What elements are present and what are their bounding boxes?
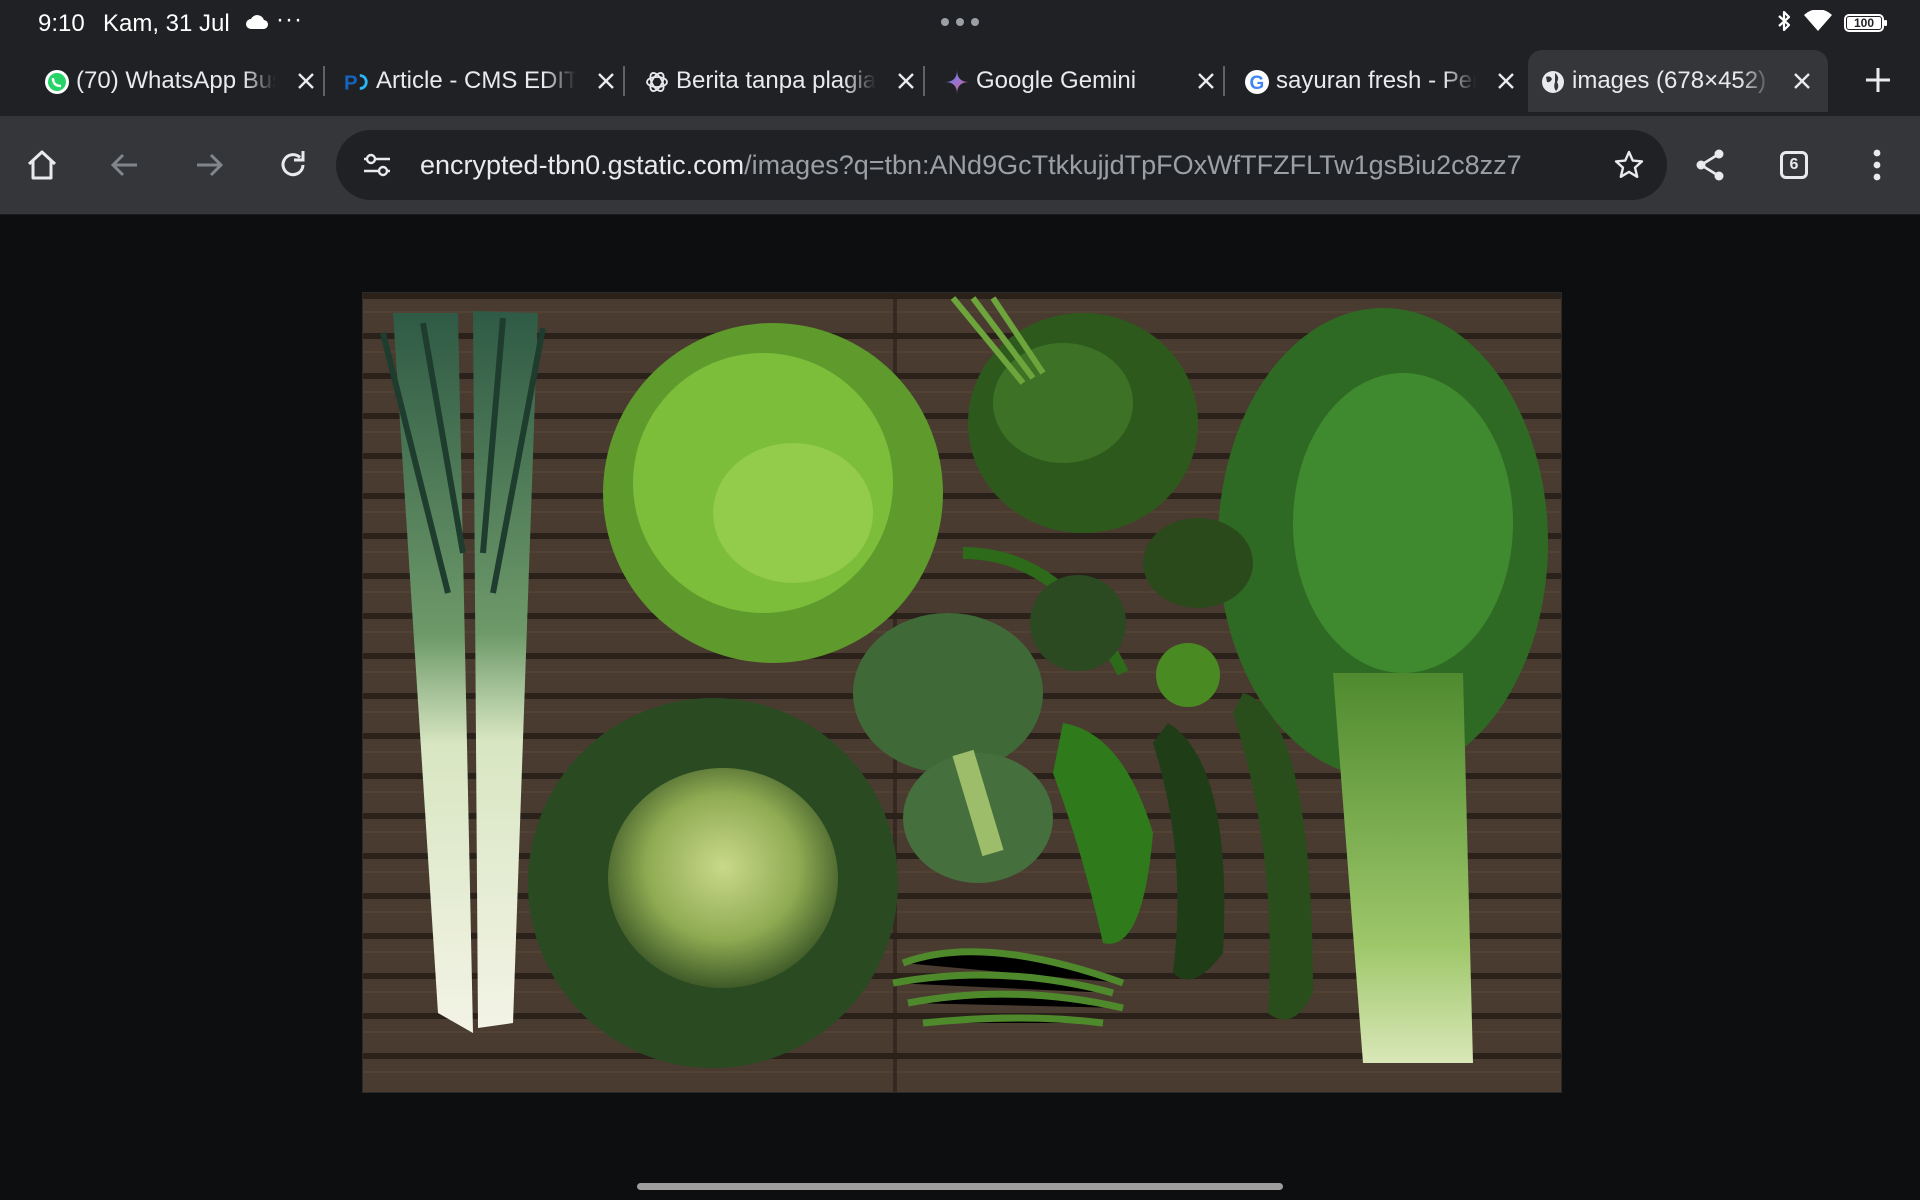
tab-title: Berita tanpa plagiat xyxy=(676,67,876,94)
battery-level: 100 xyxy=(1853,16,1875,30)
tab-strip: (70) WhatsApp Business P Article - CMS E… xyxy=(0,46,1920,116)
tab-close-icon[interactable] xyxy=(894,69,918,93)
url-text[interactable]: encrypted-tbn0.gstatic.com/images?q=tbn:… xyxy=(420,150,1570,181)
tab-close-icon[interactable] xyxy=(594,69,618,93)
vegetables-image[interactable] xyxy=(363,293,1561,1092)
status-date: Kam, 31 Jul xyxy=(103,10,230,37)
tab-whatsapp[interactable]: (70) WhatsApp Business xyxy=(32,50,332,112)
tab-separator xyxy=(323,66,325,96)
tab-title: Article - CMS EDITOR xyxy=(376,67,576,94)
battery-icon: 100 xyxy=(1844,14,1887,32)
whatsapp-icon xyxy=(44,69,70,95)
notification-more-icon: ··· xyxy=(276,6,303,33)
gemini-icon xyxy=(944,69,970,95)
new-tab-plus-icon[interactable] xyxy=(1862,64,1894,96)
tab-google-search[interactable]: G sayuran fresh - Penelusuran xyxy=(1232,50,1532,112)
reload-icon[interactable] xyxy=(267,139,319,191)
status-time: 9:10 xyxy=(38,10,85,37)
tab-title: images (678×452) xyxy=(1572,67,1767,94)
tab-switcher-button[interactable]: 6 xyxy=(1768,139,1820,191)
menu-kebab-icon[interactable] xyxy=(1851,139,1903,191)
tab-images-active[interactable]: images (678×452) xyxy=(1528,50,1828,112)
globe-icon xyxy=(1540,69,1566,95)
share-icon[interactable] xyxy=(1684,139,1736,191)
cloud-icon xyxy=(246,14,269,35)
status-bar: 9:10 Kam, 31 Jul ··· 100 xyxy=(0,0,1920,46)
page-content xyxy=(0,215,1920,1200)
address-bar[interactable]: encrypted-tbn0.gstatic.com/images?q=tbn:… xyxy=(336,130,1667,200)
tab-title: Google Gemini xyxy=(976,67,1137,94)
bluetooth-icon xyxy=(1776,9,1792,38)
tab-title: (70) WhatsApp Business xyxy=(76,67,276,94)
svg-text:P: P xyxy=(344,72,358,94)
cms-icon: P xyxy=(344,69,370,95)
home-icon[interactable] xyxy=(16,139,68,191)
bookmark-star-icon[interactable] xyxy=(1613,149,1645,186)
tab-close-icon[interactable] xyxy=(1494,69,1518,93)
forward-arrow-icon[interactable] xyxy=(183,139,235,191)
site-settings-icon[interactable] xyxy=(362,151,392,184)
gesture-home-bar[interactable] xyxy=(637,1183,1283,1190)
multitask-dots-icon[interactable] xyxy=(940,14,980,32)
tab-separator xyxy=(1223,66,1225,96)
url-path: /images?q=tbn:ANd9GcTtkkujjdTpFOxWfTFZFL… xyxy=(744,150,1522,180)
url-host: encrypted-tbn0.gstatic.com xyxy=(420,150,745,180)
tab-close-icon[interactable] xyxy=(294,69,318,93)
wifi-icon xyxy=(1804,8,1832,37)
tab-separator xyxy=(623,66,625,96)
google-icon: G xyxy=(1244,69,1270,95)
tab-close-icon[interactable] xyxy=(1194,69,1218,93)
status-icons: 100 xyxy=(1776,8,1887,38)
browser-toolbar: encrypted-tbn0.gstatic.com/images?q=tbn:… xyxy=(0,116,1920,215)
tab-chatgpt[interactable]: Berita tanpa plagiat xyxy=(632,50,932,112)
tab-close-icon[interactable] xyxy=(1790,69,1814,93)
svg-text:G: G xyxy=(1250,73,1265,94)
tab-cms[interactable]: P Article - CMS EDITOR xyxy=(332,50,632,112)
tab-count: 6 xyxy=(1780,151,1808,179)
chatgpt-icon xyxy=(644,69,670,95)
back-arrow-icon[interactable] xyxy=(99,139,151,191)
tab-separator xyxy=(923,66,925,96)
tab-title: sayuran fresh - Penelusuran xyxy=(1276,67,1476,94)
tab-gemini[interactable]: Google Gemini xyxy=(932,50,1232,112)
